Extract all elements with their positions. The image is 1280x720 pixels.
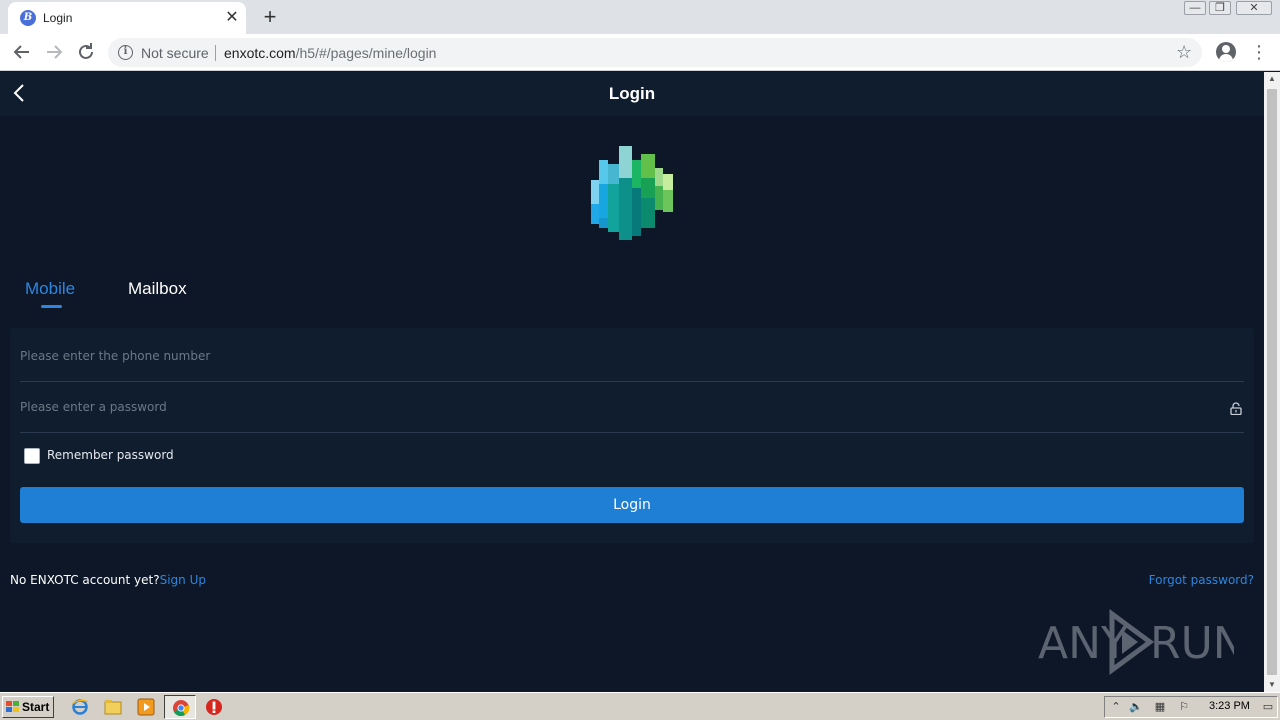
volume-icon[interactable]: 🔈 (1129, 700, 1143, 714)
window-close-button[interactable]: ✕ (1236, 1, 1272, 15)
tab-title: Login (43, 11, 73, 25)
security-status: Not secure (141, 45, 209, 61)
tab-close-icon[interactable]: ✕ (222, 8, 242, 28)
watermark-right-text: RUN (1150, 618, 1234, 669)
stop-sign-icon[interactable] (205, 698, 223, 716)
chrome-taskbar-button[interactable] (164, 695, 196, 719)
media-player-icon[interactable] (137, 698, 155, 716)
phone-field (20, 332, 1244, 382)
browser-tab-strip: B Login ✕ + — ❐ ✕ (0, 0, 1280, 34)
system-tray: ⌃ 🔈 ▦ ⚐ 3:23 PM ▭ (1104, 696, 1278, 718)
forward-arrow-icon[interactable] (42, 40, 66, 64)
tab-mobile[interactable]: Mobile (25, 279, 75, 299)
login-form: Remember password Login (10, 328, 1254, 543)
no-account-text: No ENXOTC account yet? (10, 573, 160, 587)
browser-menu-icon[interactable]: ⋮ (1250, 40, 1268, 64)
lock-icon[interactable] (1230, 402, 1242, 415)
watermark-left-text: ANY (1038, 618, 1128, 669)
remember-password-label: Remember password (47, 448, 174, 462)
active-tab-indicator (41, 305, 62, 308)
signup-prompt: No ENXOTC account yet?Sign Up (10, 573, 206, 587)
password-input[interactable] (20, 383, 1220, 431)
forgot-password-link[interactable]: Forgot password? (1149, 573, 1254, 587)
enxotc-logo (591, 146, 673, 240)
action-center-flag-icon[interactable]: ⚐ (1177, 700, 1191, 714)
login-page: Login Mobile Mailbox Please enter the ph… (0, 72, 1264, 692)
tab-mailbox[interactable]: Mailbox (128, 279, 187, 299)
internet-explorer-icon[interactable] (71, 698, 89, 716)
scroll-thumb[interactable] (1267, 89, 1277, 675)
profile-avatar-icon[interactable] (1216, 42, 1236, 62)
window-minimize-button[interactable]: — (1184, 1, 1206, 15)
remember-password-checkbox[interactable] (24, 448, 40, 464)
password-field (20, 383, 1244, 433)
scroll-up-icon[interactable]: ▲ (1264, 72, 1280, 86)
page-title: Login (608, 84, 656, 103)
browser-toolbar: i Not secure enxotc.com/h5/#/pages/mine/… (0, 34, 1280, 71)
page-header: Login (0, 72, 1264, 116)
windows-taskbar: Start ⌃ 🔈 ▦ ⚐ 3:23 PM ▭ (0, 692, 1280, 720)
show-desktop-icon[interactable]: ▭ (1261, 700, 1275, 714)
file-explorer-icon[interactable] (104, 698, 122, 716)
chrome-icon (173, 700, 190, 717)
url-host: enxotc.com (224, 45, 296, 61)
window-restore-button[interactable]: ❐ (1209, 1, 1231, 15)
new-tab-button[interactable]: + (258, 5, 282, 29)
url-path: /h5/#/pages/mine/login (295, 45, 437, 61)
page-scrollbar[interactable]: ▲ ▼ (1264, 72, 1280, 692)
browser-tab[interactable]: B Login ✕ (8, 2, 246, 34)
reload-icon[interactable] (74, 40, 98, 64)
show-hidden-icons-icon[interactable]: ⌃ (1109, 700, 1123, 714)
login-button[interactable]: Login (20, 487, 1244, 523)
windows-flag-icon (6, 701, 19, 712)
bookmark-star-icon[interactable]: ☆ (1176, 42, 1192, 63)
url-text[interactable]: enxotc.com/h5/#/pages/mine/login (224, 45, 436, 61)
back-arrow-icon[interactable] (10, 40, 34, 64)
signup-link[interactable]: Sign Up (160, 573, 206, 587)
anyrun-watermark: ANY RUN (1038, 609, 1234, 675)
omnibox-divider (215, 45, 216, 61)
site-favicon-icon: B (20, 10, 36, 26)
phone-input[interactable] (20, 332, 1220, 380)
address-bar[interactable]: i Not secure enxotc.com/h5/#/pages/mine/… (108, 38, 1202, 67)
taskbar-clock[interactable]: 3:23 PM (1209, 700, 1250, 712)
network-icon[interactable]: ▦ (1153, 700, 1167, 714)
scroll-down-icon[interactable]: ▼ (1264, 678, 1280, 692)
start-button[interactable]: Start (2, 696, 54, 718)
info-icon[interactable]: i (118, 45, 133, 60)
start-label: Start (22, 700, 50, 714)
